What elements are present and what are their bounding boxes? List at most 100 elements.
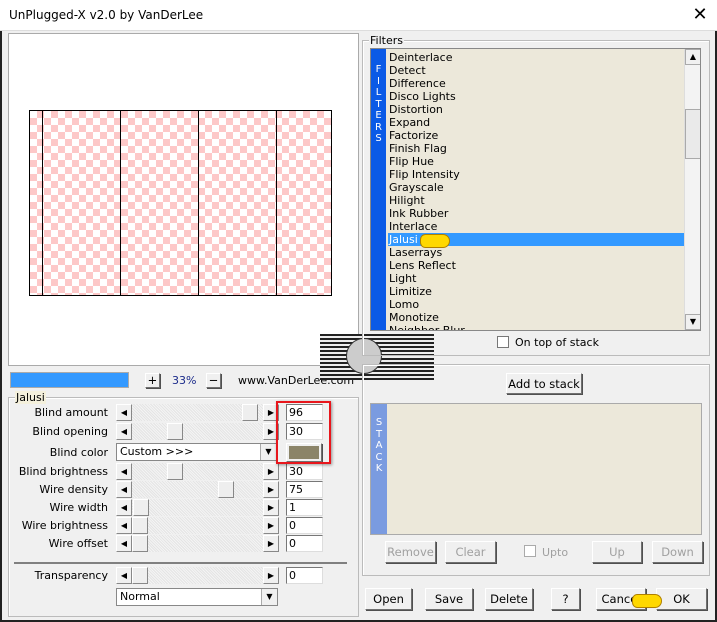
filter-item[interactable]: Ink Rubber <box>388 207 684 220</box>
clear-button[interactable]: Clear <box>445 541 496 563</box>
filter-item[interactable]: Distortion <box>388 103 684 116</box>
delete-button[interactable]: Delete <box>485 588 533 610</box>
on-top-of-stack-label: On top of stack <box>515 336 599 349</box>
arrow-right-icon[interactable]: ▶ <box>263 517 279 534</box>
arrow-left-icon[interactable]: ◀ <box>116 481 132 498</box>
filter-item[interactable]: Deinterlace <box>388 51 684 64</box>
scroll-thumb[interactable] <box>685 109 700 159</box>
ok-button[interactable]: OK <box>656 588 707 610</box>
preview-image <box>29 110 332 296</box>
add-to-stack-button[interactable]: Add to stack <box>506 373 582 394</box>
wire-offset-value[interactable]: 0 <box>286 535 323 552</box>
arrow-left-icon[interactable]: ◀ <box>116 423 132 440</box>
blind-brightness-slider-thumb[interactable] <box>166 463 183 480</box>
stack-list[interactable]: STACK <box>370 403 702 535</box>
filter-item[interactable]: Neighbor Blur <box>388 324 684 330</box>
filter-item[interactable]: Limitize <box>388 285 684 298</box>
filter-item[interactable]: Flip Hue <box>388 155 684 168</box>
open-button[interactable]: Open <box>365 588 412 610</box>
arrow-right-icon[interactable]: ▶ <box>263 481 279 498</box>
wire-brightness-slider[interactable]: ◀ ▶ <box>116 517 279 534</box>
filter-item[interactable]: Difference <box>388 77 684 90</box>
filter-item[interactable]: Lomo <box>388 298 684 311</box>
filter-item[interactable]: Flip Intensity <box>388 168 684 181</box>
transparency-value[interactable]: 0 <box>286 567 323 584</box>
arrow-left-icon[interactable]: ◀ <box>116 404 132 421</box>
wire-density-slider-thumb[interactable] <box>218 481 235 498</box>
filter-item[interactable]: Factorize <box>388 129 684 142</box>
chevron-down-icon[interactable]: ▼ <box>261 589 277 605</box>
wire-brightness-slider-thumb[interactable] <box>132 517 148 534</box>
filter-item[interactable]: Grayscale <box>388 181 684 194</box>
scroll-up-icon[interactable]: ▲ <box>685 49 700 65</box>
blind-amount-slider[interactable]: ◀ ▶ <box>116 404 279 421</box>
highlight-box <box>276 401 331 464</box>
params-group-label: Jalusi <box>15 391 46 404</box>
blind-opening-slider-thumb[interactable] <box>166 423 183 440</box>
blend-mode-value: Normal <box>120 590 160 603</box>
filter-item[interactable]: Lens Reflect <box>388 259 684 272</box>
filter-item[interactable]: Hilight <box>388 194 684 207</box>
zoom-in-button[interactable]: + <box>145 373 160 388</box>
blind-color-select-value: Custom >>> <box>120 445 194 458</box>
arrow-right-icon[interactable]: ▶ <box>263 499 279 516</box>
arrow-right-icon[interactable]: ▶ <box>263 567 279 584</box>
save-button[interactable]: Save <box>425 588 473 610</box>
wire-density-value[interactable]: 75 <box>286 481 323 498</box>
on-top-of-stack-checkbox[interactable] <box>497 336 509 348</box>
blind-brightness-label: Blind brightness <box>18 465 108 478</box>
transparency-label: Transparency <box>34 569 108 582</box>
arrow-left-icon[interactable]: ◀ <box>116 517 132 534</box>
arrow-left-icon[interactable]: ◀ <box>116 463 132 480</box>
blind-amount-label: Blind amount <box>34 406 108 419</box>
wire-density-slider[interactable]: ◀ ▶ <box>116 481 279 498</box>
filter-item[interactable]: Interlace <box>388 220 684 233</box>
help-button[interactable]: ? <box>551 588 580 610</box>
filter-list[interactable]: FILTERS Deinterlace Detect Difference Disco… <box>370 48 701 331</box>
transparency-slider[interactable]: ◀ ▶ <box>116 567 279 584</box>
blind-brightness-value[interactable]: 30 <box>286 463 323 480</box>
wire-offset-slider[interactable]: ◀ ▶ <box>116 535 279 552</box>
arrow-right-icon[interactable]: ▶ <box>263 535 279 552</box>
wire-offset-slider-thumb[interactable] <box>132 535 148 552</box>
arrow-left-icon[interactable]: ◀ <box>116 535 132 552</box>
arrow-right-icon[interactable]: ▶ <box>263 463 279 480</box>
wire-width-slider-thumb[interactable] <box>133 499 150 516</box>
pointing-hand-icon <box>420 234 450 248</box>
blind-brightness-slider[interactable]: ◀ ▶ <box>116 463 279 480</box>
filter-item[interactable]: Disco Lights <box>388 90 684 103</box>
separator <box>14 562 347 564</box>
filters-strip: FILTERS <box>371 49 386 330</box>
filter-item[interactable]: Finish Flag <box>388 142 684 155</box>
arrow-left-icon[interactable]: ◀ <box>116 499 132 516</box>
up-button[interactable]: Up <box>592 541 642 563</box>
transparency-slider-thumb[interactable] <box>132 567 148 584</box>
wire-offset-label: Wire offset <box>48 537 108 550</box>
wire-brightness-value[interactable]: 0 <box>286 517 323 534</box>
scroll-down-icon[interactable]: ▼ <box>685 314 700 330</box>
wire-density-label: Wire density <box>39 483 108 496</box>
filter-list-scrollbar[interactable]: ▲ ▼ <box>684 49 700 330</box>
blind-opening-label: Blind opening <box>32 425 108 438</box>
upto-checkbox[interactable] <box>524 545 536 557</box>
blind-color-select[interactable]: Custom >>> ▼ <box>116 443 277 461</box>
down-button[interactable]: Down <box>652 541 703 563</box>
pointing-hand-icon <box>632 594 662 608</box>
filter-item[interactable]: Expand <box>388 116 684 129</box>
blind-color-label: Blind color <box>49 446 108 459</box>
zoom-out-button[interactable]: − <box>206 373 221 388</box>
window-title: UnPlugged-X v2.0 by VanDerLee <box>9 8 204 22</box>
wire-width-value[interactable]: 1 <box>286 499 323 516</box>
close-icon[interactable]: ✕ <box>691 6 709 24</box>
filter-item[interactable]: Light <box>388 272 684 285</box>
arrow-left-icon[interactable]: ◀ <box>116 567 132 584</box>
chevron-down-icon[interactable]: ▼ <box>260 444 276 460</box>
blend-mode-select[interactable]: Normal ▼ <box>116 588 278 606</box>
blind-opening-slider[interactable]: ◀ ▶ <box>116 423 279 440</box>
stack-strip: STACK <box>371 404 387 534</box>
wire-width-slider[interactable]: ◀ ▶ <box>116 499 279 516</box>
filter-item[interactable]: Detect <box>388 64 684 77</box>
remove-button[interactable]: Remove <box>385 541 436 563</box>
filter-item[interactable]: Monotize <box>388 311 684 324</box>
blind-amount-slider-thumb[interactable] <box>242 404 259 421</box>
